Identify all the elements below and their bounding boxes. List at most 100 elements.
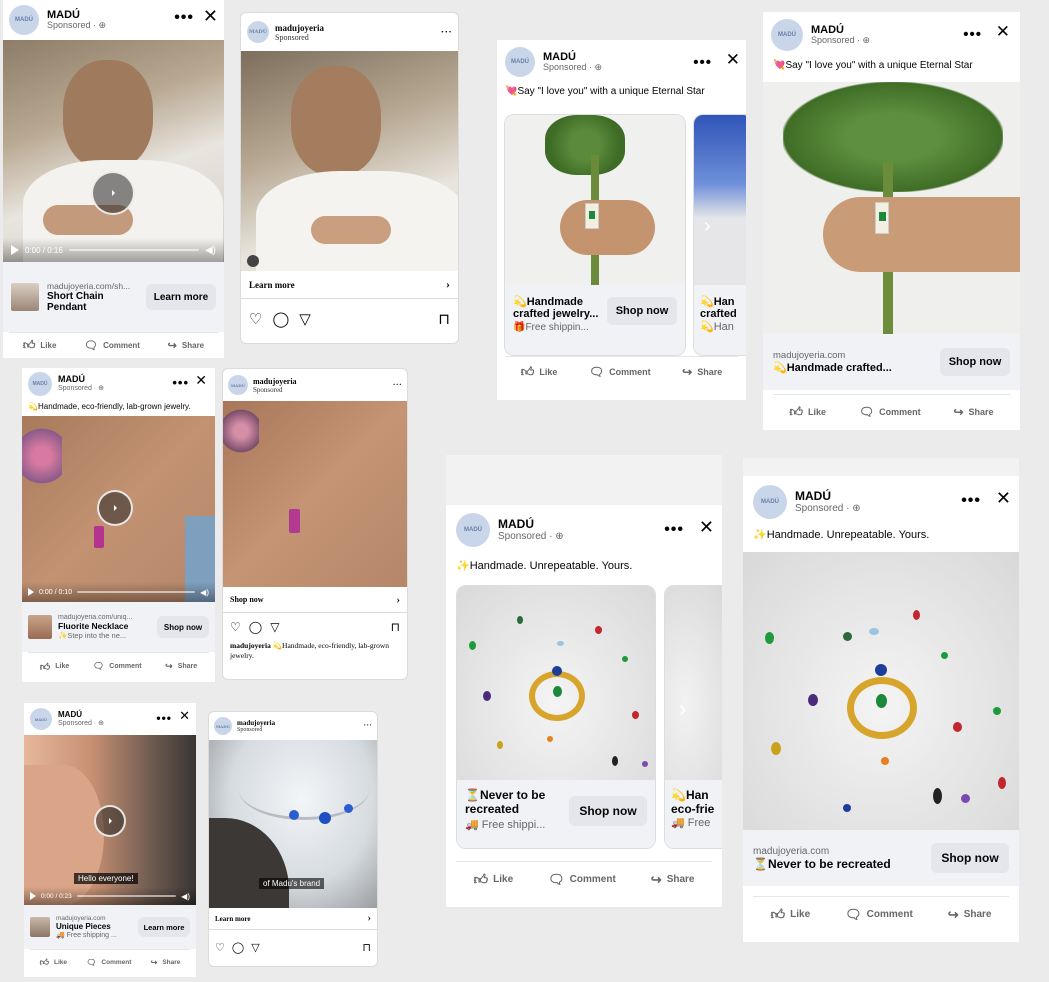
like-button[interactable]: 👍︎ Like [771,906,811,923]
shop-now-button[interactable]: Shop now [157,616,209,638]
brand-avatar[interactable]: MADÚ [214,717,232,735]
link-preview[interactable]: madujoyeria.com Unique Pieces 🚚 Free shi… [24,905,196,949]
play-small-icon[interactable] [11,245,19,255]
play-small-icon[interactable] [30,892,36,900]
brand-name[interactable]: MADÚ [58,374,104,385]
close-icon[interactable]: ✕ [203,6,218,27]
comment-button[interactable]: 🗨︎ Comment [86,958,131,967]
heart-icon[interactable]: ♡ [215,941,225,954]
share-button[interactable]: ↪ Share [953,405,993,419]
share-button[interactable]: ↪ Share [948,907,992,923]
more-options-icon[interactable]: ··· [441,25,452,39]
share-button[interactable]: ↪ Share [682,365,722,379]
audio-icon[interactable] [247,255,259,267]
close-icon[interactable]: ✕ [699,517,714,538]
like-button[interactable]: 👍︎ Like [789,404,826,420]
more-options-icon[interactable]: ••• [961,492,981,510]
link-preview[interactable]: madujoyeria.com/uniq... Fluorite Necklac… [22,602,215,652]
ad-image[interactable] [743,552,1019,830]
more-options-icon[interactable]: ••• [172,375,189,390]
progress-track[interactable] [68,249,199,251]
shop-now-button[interactable]: Shop now [607,297,677,325]
comment-icon[interactable]: ◯ [232,941,244,954]
brand-name[interactable]: MADÚ [498,517,564,531]
video-controls[interactable]: 0:00 / 0:16 ◀) [3,238,224,262]
comment-button[interactable]: 🗨︎ Comment [589,365,651,379]
progress-track[interactable] [76,895,177,897]
shop-now-button[interactable]: Shop now [940,348,1010,376]
like-button[interactable]: 👍︎ Like [40,957,67,968]
play-button[interactable] [97,490,133,526]
send-icon[interactable]: ▽ [251,941,259,954]
video-player[interactable]: Hello everyone! 0:00 / 0:23 ◀) [24,735,196,905]
share-button[interactable]: ↪ Share [651,872,695,888]
more-options-icon[interactable]: ··· [392,380,402,391]
ig-cta-row[interactable]: Learn more › [241,271,458,299]
ad-image[interactable] [241,51,458,271]
brand-name[interactable]: MADÚ [795,489,861,503]
carousel-card[interactable]: 💫Handmade crafted jewelry... 🎁Free shipp… [504,114,686,356]
play-small-icon[interactable] [28,588,34,596]
heart-icon[interactable]: ♡ [230,620,241,634]
carousel-card[interactable]: ⏳Never to be recreated 🚚 Free shippi... … [456,585,656,849]
share-button[interactable]: ↪ Share [165,661,197,672]
like-button[interactable]: 👍︎ Like [40,661,69,673]
ad-video[interactable]: of Madu's brand [209,740,377,908]
brand-avatar[interactable]: MADÚ [228,375,248,395]
like-button[interactable]: 👍︎ Like [474,871,514,888]
video-player[interactable]: 0:00 / 0:16 ◀) [3,40,224,262]
learn-more-button[interactable]: Learn more [138,917,190,937]
link-preview[interactable]: madujoyeria.com 💫Handmade crafted... Sho… [763,334,1020,390]
bookmark-icon[interactable]: ⊓ [362,941,371,954]
shop-now-button[interactable]: Shop now [931,843,1009,873]
comment-button[interactable]: 🗨︎ Comment [84,339,140,352]
progress-track[interactable] [77,591,196,593]
close-icon[interactable]: ✕ [195,372,207,389]
comment-button[interactable]: 🗨︎ Comment [93,661,142,672]
share-button[interactable]: ↪ Share [168,339,204,352]
comment-button[interactable]: 🗨︎ Comment [845,907,913,923]
more-options-icon[interactable]: ··· [363,721,372,731]
comment-button[interactable]: 🗨︎ Comment [859,405,921,419]
ig-caption-handle[interactable]: madujoyeria [230,641,271,650]
like-button[interactable]: 👍︎ Like [23,338,57,353]
brand-avatar[interactable]: MADÚ [456,513,490,547]
brand-avatar[interactable]: MADÚ [753,485,787,519]
more-options-icon[interactable]: ••• [963,26,982,43]
ig-cta-row[interactable]: Learn more › [209,908,377,930]
learn-more-button[interactable]: Learn more [146,284,216,310]
comment-icon[interactable]: ◯ [272,310,289,328]
close-icon[interactable]: ✕ [996,488,1011,509]
play-button[interactable] [94,805,126,837]
ig-handle[interactable]: madujoyeria [237,719,275,727]
bookmark-icon[interactable]: ⊓ [438,310,450,328]
ad-image[interactable] [763,82,1020,334]
ig-cta-row[interactable]: Shop now › [223,587,407,613]
ig-handle[interactable]: madujoyeria [275,23,324,33]
play-button[interactable] [91,171,135,215]
carousel-next-icon[interactable]: › [704,215,711,238]
more-options-icon[interactable]: ••• [664,521,684,539]
send-icon[interactable]: ▽ [270,620,279,634]
brand-avatar[interactable]: MADÚ [9,5,39,35]
more-options-icon[interactable]: ••• [174,9,194,27]
close-icon[interactable]: ✕ [726,50,740,70]
share-button[interactable]: ↪ Share [151,958,181,967]
video-controls[interactable]: 0:00 / 0:10 ◀) [22,582,215,602]
carousel[interactable]: ⏳Never to be recreated 🚚 Free shippi... … [446,577,722,857]
carousel-next-icon[interactable]: › [679,696,686,722]
more-options-icon[interactable]: ••• [156,711,172,725]
shop-now-button[interactable]: Shop now [569,796,647,826]
video-player[interactable]: 0:00 / 0:10 ◀) [22,416,215,602]
ig-handle[interactable]: madujoyeria [253,377,297,386]
link-preview[interactable]: madujoyeria.com ⏳Never to be recreated S… [743,830,1019,886]
brand-avatar[interactable]: MADÚ [28,372,52,396]
comment-icon[interactable]: ◯ [249,620,262,634]
close-icon[interactable]: ✕ [996,22,1010,42]
link-preview[interactable]: madujoyeria.com/sh... Short Chain Pendan… [3,262,224,332]
brand-avatar[interactable]: MADÚ [505,47,535,77]
volume-icon[interactable]: ◀) [200,588,209,597]
bookmark-icon[interactable]: ⊓ [391,620,400,634]
comment-button[interactable]: 🗨︎ Comment [548,872,616,888]
brand-avatar[interactable]: MADÚ [771,19,803,51]
